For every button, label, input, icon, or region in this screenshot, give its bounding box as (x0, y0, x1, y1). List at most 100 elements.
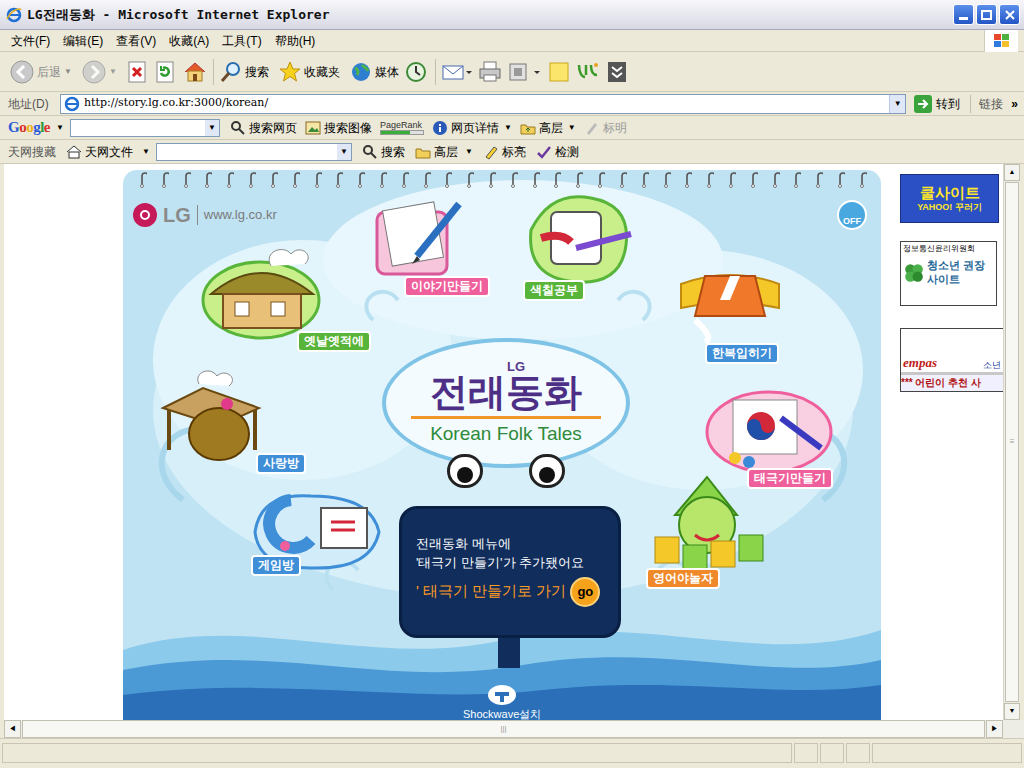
menu-item[interactable]: 文件(F) (6, 32, 55, 50)
google-button[interactable]: 网页详情▼ (432, 119, 512, 137)
hanbok-icon[interactable] (675, 268, 785, 344)
google-button-icon (305, 120, 321, 136)
shockwave-label: Shockwave설치 (463, 706, 541, 720)
pagerank-meter: PageRank (380, 120, 424, 135)
abc-character-icon[interactable] (645, 475, 769, 575)
tianwang-file-button[interactable]: 天网文件 ▼ (66, 143, 150, 161)
toolbar-menu-icon[interactable] (606, 61, 628, 83)
forward-dropdown-icon[interactable]: ▼ (109, 66, 117, 78)
google-button[interactable]: 高层▼ (520, 119, 576, 137)
menu-item[interactable]: 帮助(H) (270, 32, 321, 50)
pot-icon[interactable] (159, 364, 269, 464)
dropdown-icon[interactable]: ▼ (568, 122, 576, 134)
ring-icon (573, 170, 583, 188)
thatched-house-icon[interactable] (201, 242, 321, 342)
refresh-icon[interactable] (155, 61, 177, 83)
ring-icon (333, 170, 343, 188)
horizontal-scrollbar[interactable]: ◀ ||| ▶ (0, 720, 1024, 738)
google-button[interactable]: 搜索图像 (305, 119, 372, 137)
coloring-icon[interactable] (521, 190, 639, 290)
tianwang-button[interactable]: 高层 ▼ (415, 143, 473, 161)
go-label: 转到 (936, 95, 960, 113)
edit-icon[interactable] (508, 61, 542, 83)
shockwave-install[interactable]: Shockwave설치 (463, 684, 541, 720)
page-icon (64, 96, 80, 112)
stop-icon[interactable] (127, 61, 149, 83)
menu-item[interactable]: 查看(V) (111, 32, 161, 50)
taegukgi-icon[interactable] (705, 388, 833, 474)
back-button[interactable]: 后退 ▼ (10, 60, 72, 84)
card-menu-item[interactable]: 한복입히기 (705, 343, 779, 364)
tianwang-button-label: 高层 (434, 143, 458, 161)
mail-icon[interactable] (442, 61, 472, 83)
tianwang-button[interactable]: 搜索 (362, 143, 405, 161)
sound-toggle[interactable]: OFF (837, 200, 867, 230)
scroll-right-button[interactable]: ▶ (986, 720, 1003, 738)
tianwang-button-icon (415, 144, 431, 160)
dropdown-icon[interactable]: ▼ (504, 122, 512, 134)
scroll-thumb[interactable]: ||| (22, 720, 985, 738)
card-menu-item[interactable]: 사랑방 (256, 453, 306, 474)
google-logo[interactable]: Google (8, 116, 50, 139)
scroll-up-button[interactable]: ▲ (1004, 164, 1020, 181)
go-button[interactable]: 转到 (910, 95, 966, 113)
empas-ad[interactable]: empas 소년 *** 어린이 추천 사 (900, 328, 1003, 392)
card-menu-item[interactable]: 게임방 (251, 555, 301, 576)
scroll-thumb[interactable]: ≡ (1005, 182, 1019, 702)
address-field[interactable]: http://story.lg.co.kr:3000/korean/ ▼ (60, 94, 906, 114)
print-icon[interactable] (478, 61, 502, 83)
kiss-ad-title: 청소년 권장사이트 (927, 259, 994, 287)
menu-item[interactable]: 工具(T) (217, 32, 266, 50)
google-button[interactable]: 搜索网页 (230, 119, 297, 137)
story-paper-icon[interactable] (371, 198, 466, 283)
notice-link[interactable]: ' 태극기 만들기로 가기 go (416, 577, 604, 607)
tianwang-button[interactable]: 标亮 (483, 143, 526, 161)
minimize-button[interactable] (953, 4, 974, 25)
go-badge[interactable]: go (570, 577, 600, 607)
notice-link-text[interactable]: ' 태극기 만들기로 가기 (416, 580, 566, 603)
google-dropdown-icon[interactable]: ▼ (56, 122, 64, 134)
links-label[interactable]: 链接 (975, 95, 1007, 113)
close-button[interactable] (999, 4, 1020, 25)
google-button[interactable]: 标明 (584, 119, 627, 137)
ring-icon (224, 170, 234, 188)
logo-letter: G (8, 119, 19, 135)
yahoo-ad[interactable]: 쿨사이트 YAHOO! 꾸러기 (900, 174, 999, 223)
lg-logo[interactable]: LG www.lg.co.kr (133, 200, 277, 230)
google-button-label: 搜索图像 (324, 119, 372, 137)
tianwang-search-field[interactable]: ▼ (156, 143, 352, 161)
menu-item[interactable]: 收藏(A) (164, 32, 214, 50)
card-menu-item[interactable]: 영어야놀자 (646, 568, 720, 589)
note-icon[interactable] (548, 61, 570, 83)
forward-button[interactable]: ▼ (82, 60, 117, 84)
back-dropdown-icon[interactable]: ▼ (64, 66, 72, 78)
google-search-field[interactable]: ▼ (70, 119, 220, 137)
tianwang-file-dropdown-icon[interactable]: ▼ (142, 146, 150, 158)
favorites-button[interactable]: 收藏夹 (279, 61, 340, 83)
back-label: 后退 (37, 63, 61, 81)
kiss-ad[interactable]: 정보통신윤리위원회 청소년 권장사이트 (900, 241, 997, 306)
card-menu-item[interactable]: 이야기만들기 (404, 276, 490, 297)
links-more[interactable]: » (1011, 95, 1018, 113)
standard-toolbar: 后退 ▼ ▼ 搜索 收藏夹 媒体 (0, 52, 1024, 92)
search-button[interactable]: 搜索 (220, 61, 269, 83)
vertical-scrollbar[interactable]: ▲ ≡ ▼ (1003, 164, 1020, 720)
card-menu-item[interactable]: 옛날옛적에 (297, 331, 371, 352)
menu-item[interactable]: 编辑(E) (58, 32, 108, 50)
ring-icon (639, 170, 649, 188)
scroll-down-button[interactable]: ▼ (1004, 703, 1020, 720)
address-dropdown[interactable]: ▼ (889, 95, 905, 113)
card-menu-item[interactable]: 색칠공부 (523, 280, 585, 301)
tianwang-button[interactable]: 检测 (536, 143, 579, 161)
maximize-button[interactable] (976, 4, 997, 25)
history-icon[interactable] (405, 61, 427, 83)
ring-icon (508, 170, 518, 188)
dropdown-icon[interactable]: ▼ (465, 146, 473, 158)
ring-icon (857, 170, 867, 188)
card-menu-item[interactable]: 태극기만들기 (747, 468, 833, 489)
ring-icon (202, 170, 212, 188)
toolbar-extension-icon[interactable] (576, 61, 600, 83)
media-button[interactable]: 媒体 (350, 61, 399, 83)
home-icon[interactable] (183, 61, 207, 83)
scroll-left-button[interactable]: ◀ (4, 720, 21, 738)
